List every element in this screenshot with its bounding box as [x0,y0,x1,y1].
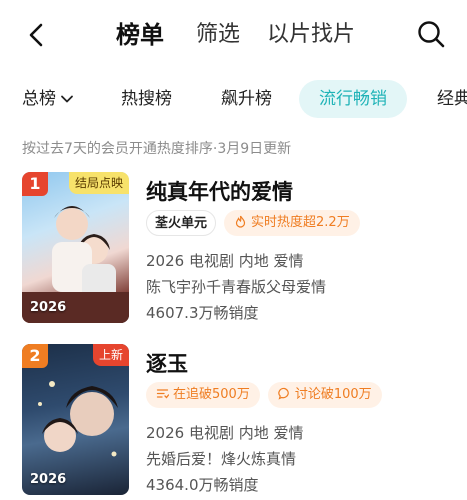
list-icon [156,389,170,399]
back-arrow-icon[interactable] [22,20,52,50]
item-title[interactable]: 纯真年代的爱情 [146,176,293,206]
rank-badge: 1 [22,172,48,196]
badge-row: 在追破500万 讨论破100万 [146,382,390,408]
item-sales: 4364.0万畅销度 [146,476,259,494]
tab-ranking[interactable]: 榜单 [116,20,164,50]
rank-badge: 2 [22,344,48,368]
poster-image[interactable]: 1 结局点映 2026 [22,172,129,323]
status-tag: 上新 [92,344,129,366]
category-classic[interactable]: 经典 [437,80,467,118]
category-popular-selling[interactable]: 流行畅销 [299,80,407,118]
list-item[interactable]: 2 上新 2026 逐玉 在追破500万 讨论破100万 2026 电视剧 内地 … [0,344,467,500]
discussion-badge: 讨论破100万 [267,382,382,408]
category-dropdown[interactable]: 总榜 [22,80,74,118]
badge-row: 荃火单元 实时热度超2.2万 [146,210,368,236]
poster-year: 2026 [30,300,67,315]
following-badge: 在追破500万 [146,382,260,408]
tab-filter[interactable]: 筛选 [196,20,240,50]
heat-badge: 实时热度超2.2万 [224,210,360,236]
category-dropdown-label: 总榜 [22,89,56,109]
item-description: 先婚后爱！烽火炼真情 [146,450,297,468]
flame-icon [235,215,246,228]
ranking-subtitle: 按过去7天的会员开通热度排序·3月9日更新 [22,141,292,157]
item-title[interactable]: 逐玉 [146,348,188,378]
search-icon[interactable] [415,18,447,50]
top-bar: 榜单 筛选 以片找片 [0,0,467,72]
heat-badge-label: 实时热度超2.2万 [251,215,350,230]
item-description: 陈飞宇孙千青春版父母爱情 [146,278,327,296]
following-badge-label: 在追破500万 [173,387,250,402]
item-meta: 2026 电视剧 内地 爱情 [146,424,304,442]
comment-icon [278,387,289,400]
poster-image[interactable]: 2 上新 2026 [22,344,129,495]
discussion-badge-label: 讨论破100万 [294,387,372,402]
unit-badge: 荃火单元 [146,210,217,236]
item-sales: 4607.3万畅销度 [146,304,259,322]
poster-year: 2026 [30,472,67,487]
tab-find-by-clip[interactable]: 以片找片 [267,20,355,50]
category-hot-search[interactable]: 热搜榜 [121,80,172,118]
list-item[interactable]: 1 结局点映 2026 纯真年代的爱情 荃火单元 实时热度超2.2万 2026 电… [0,172,467,332]
status-tag: 结局点映 [68,172,129,194]
category-rising[interactable]: 飙升榜 [221,80,272,118]
item-meta: 2026 电视剧 内地 爱情 [146,252,304,270]
chevron-down-icon [61,95,73,103]
category-bar: 总榜 热搜榜 飙升榜 流行畅销 经典 [0,80,467,122]
